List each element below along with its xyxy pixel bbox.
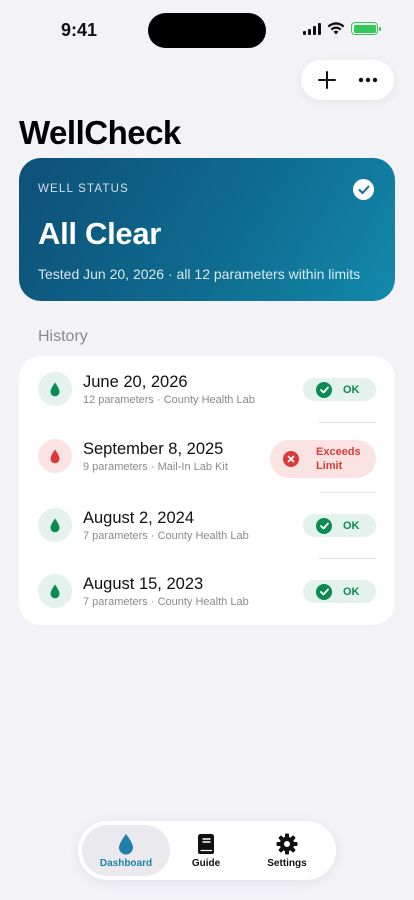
status-icons: [303, 22, 381, 35]
history-date: August 2, 2024: [83, 509, 195, 527]
tab-label: Dashboard: [99, 857, 153, 869]
well-status-label: WELL STATUS: [38, 183, 129, 195]
book-icon: [198, 833, 214, 854]
history-date: September 8, 2025: [83, 440, 224, 458]
water-drop-icon: [119, 833, 133, 854]
status-badge-label: OK: [343, 519, 360, 532]
history-row[interactable]: September 8, 2025 9 parameters · Mail-In…: [19, 423, 395, 491]
more-button[interactable]: [351, 63, 385, 97]
water-drop-icon: [38, 574, 72, 608]
history-row[interactable]: August 15, 2023 7 parameters · County He…: [19, 558, 395, 624]
add-button[interactable]: [310, 63, 344, 97]
history-date: June 20, 2026: [83, 373, 188, 391]
tab-bar: Dashboard Guide Settings: [78, 821, 336, 880]
history-list: June 20, 2026 12 parameters · County Hea…: [19, 356, 395, 625]
water-drop-icon: [38, 439, 72, 473]
tab-settings[interactable]: Settings: [248, 825, 326, 876]
dynamic-island: [148, 13, 266, 48]
x-circle-icon: [283, 451, 299, 467]
status-badge: Exceeds Limit: [270, 440, 376, 478]
well-status-card[interactable]: WELL STATUS All Clear Tested Jun 20, 202…: [19, 158, 395, 301]
cellular-signal-icon: [303, 22, 321, 35]
tab-dashboard[interactable]: Dashboard: [82, 825, 170, 876]
well-status-headline: All Clear: [38, 216, 162, 251]
check-circle-icon: [316, 517, 332, 534]
history-meta: 12 parameters · County Health Lab: [83, 394, 255, 406]
status-badge-label: Exceeds Limit: [316, 446, 361, 472]
water-drop-icon: [38, 372, 72, 406]
history-meta: 7 parameters · County Health Lab: [83, 596, 249, 608]
history-meta: 9 parameters · Mail-In Lab Kit: [83, 461, 228, 473]
tab-label: Settings: [267, 857, 307, 869]
plus-icon: [318, 71, 337, 89]
wifi-icon: [327, 22, 345, 35]
tab-guide[interactable]: Guide: [175, 825, 237, 876]
status-bar: 9:41: [0, 0, 414, 60]
status-badge-label: OK: [343, 383, 360, 396]
history-section-title: History: [38, 328, 88, 345]
status-badge-label: OK: [343, 585, 360, 598]
status-badge: OK: [303, 580, 376, 603]
battery-icon: [351, 22, 381, 35]
well-status-summary: Tested Jun 20, 2026 · all 12 parameters …: [38, 266, 361, 282]
check-circle-icon: [316, 381, 332, 398]
history-date: August 15, 2023: [83, 575, 204, 593]
checkmark-icon: [353, 179, 374, 200]
gear-icon: [276, 833, 298, 854]
tab-label: Guide: [191, 857, 221, 869]
history-row[interactable]: August 2, 2024 7 parameters · County Hea…: [19, 492, 395, 558]
top-actions-pill: [301, 60, 394, 100]
status-badge: OK: [303, 378, 376, 401]
water-drop-icon: [38, 508, 72, 542]
page-title: WellCheck: [19, 114, 181, 151]
history-meta: 7 parameters · County Health Lab: [83, 530, 249, 542]
check-circle-icon: [316, 583, 332, 600]
status-time: 9:41: [61, 20, 98, 40]
status-badge: OK: [303, 514, 376, 537]
history-row[interactable]: June 20, 2026 12 parameters · County Hea…: [19, 356, 395, 422]
ellipsis-icon: [358, 77, 377, 83]
